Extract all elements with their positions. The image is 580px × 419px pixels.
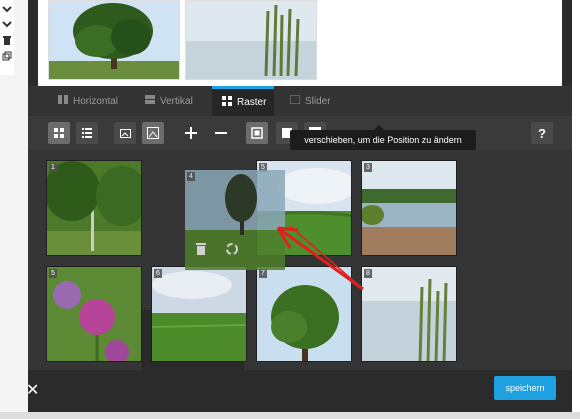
copy-icon[interactable] [1, 50, 13, 62]
editor-footer [28, 370, 572, 412]
gallery-editor-panel: Horizontal Vertikal Raster Slider ? 1 5 … [28, 0, 572, 412]
chevron-down-icon[interactable] [1, 3, 13, 15]
close-button[interactable]: ✕ [26, 380, 39, 400]
chevron-down-icon[interactable] [1, 18, 13, 30]
trash-icon[interactable] [1, 34, 13, 46]
tooltip: verschieben, um die Position zu ändern [290, 125, 476, 150]
left-mini-toolbar [0, 0, 14, 75]
drag-arrow [276, 225, 364, 291]
save-button[interactable]: speichern [494, 376, 556, 400]
